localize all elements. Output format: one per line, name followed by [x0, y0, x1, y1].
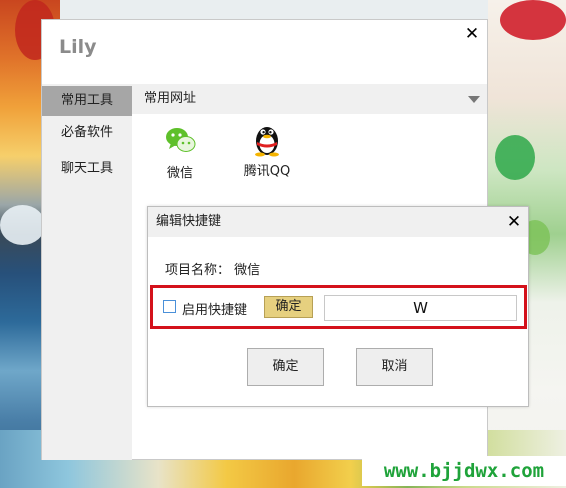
- category-dropdown[interactable]: 常用网址: [132, 84, 487, 114]
- dialog-close-icon[interactable]: ✕: [505, 211, 523, 233]
- app-label-wechat: 微信: [166, 166, 193, 181]
- app-item-qq[interactable]: 腾讯QQ: [232, 121, 302, 179]
- sidebar: 常用工具 必备软件 聊天工具: [42, 84, 132, 460]
- ok-button[interactable]: 确定: [247, 348, 324, 386]
- shortcut-key-input[interactable]: W: [324, 295, 517, 321]
- window-title: Lily: [59, 36, 97, 58]
- app-item-wechat[interactable]: 微信: [158, 123, 202, 181]
- paint-splash: [495, 135, 535, 180]
- enable-shortcut-label[interactable]: 启用快捷键: [182, 299, 247, 318]
- paint-splash: [500, 0, 566, 40]
- edit-shortcut-dialog: 编辑快捷键 ✕ 项目名称： 微信 启用快捷键 确定 W 确定 取消: [147, 206, 529, 407]
- cancel-button[interactable]: 取消: [356, 348, 433, 386]
- dialog-title: 编辑快捷键: [156, 214, 222, 229]
- paint-splash: [0, 205, 45, 245]
- watermark: www.bjjdwx.com: [362, 456, 566, 486]
- window-close-icon[interactable]: ✕: [463, 24, 481, 44]
- sidebar-item-chat-tools[interactable]: 聊天工具: [42, 154, 132, 184]
- sidebar-item-essential-software[interactable]: 必备软件: [42, 118, 132, 148]
- sidebar-item-common-tools[interactable]: 常用工具: [42, 86, 132, 116]
- item-name-text: 项目名称： 微信: [165, 263, 261, 278]
- qq-penguin-icon: [255, 127, 279, 157]
- enable-shortcut-checkbox[interactable]: [163, 300, 176, 313]
- category-label: 常用网址: [144, 91, 197, 106]
- app-label-qq: 腾讯QQ: [243, 164, 291, 179]
- chevron-down-icon[interactable]: [468, 96, 480, 103]
- dialog-header: 编辑快捷键 ✕: [148, 207, 528, 237]
- inline-confirm-button[interactable]: 确定: [264, 296, 313, 318]
- wechat-icon: [166, 128, 196, 152]
